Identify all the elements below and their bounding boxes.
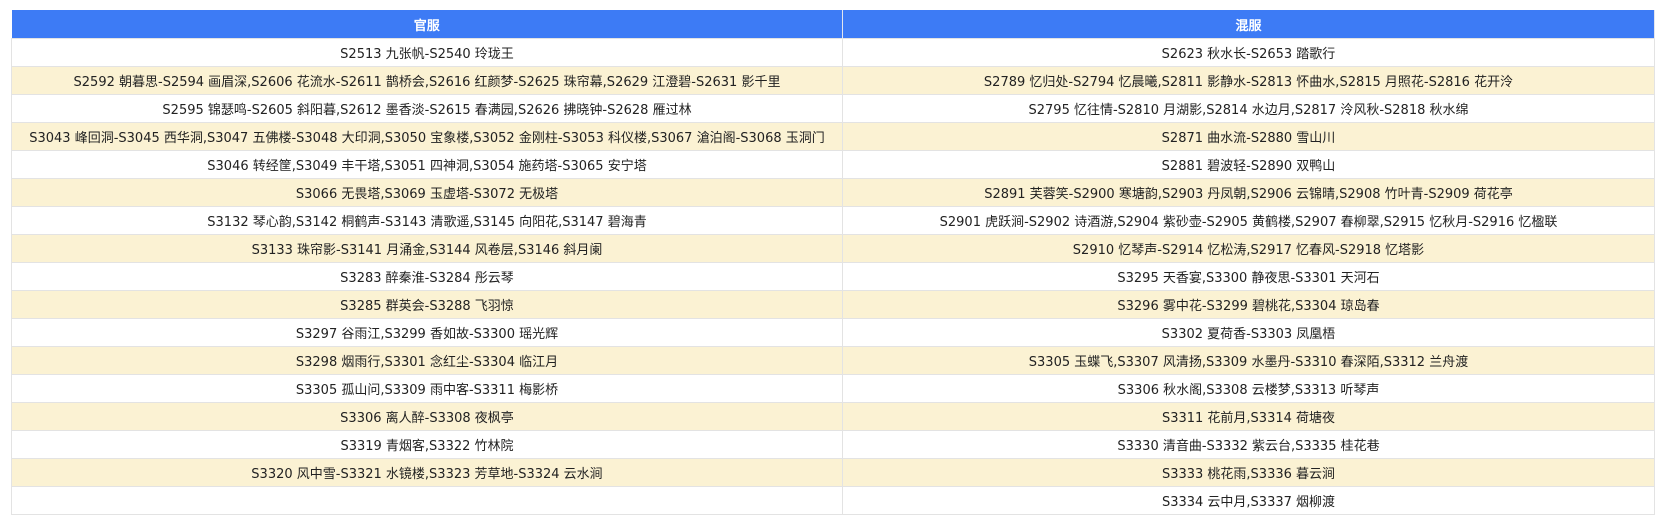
official-server-cell <box>11 486 843 515</box>
table-row: S3285 群英会-S3288 飞羽惊 S3296 雾中花-S3299 碧桃花,S… <box>11 290 1655 319</box>
official-server-cell: S3305 孤山问,S3309 雨中客-S3311 梅影桥 <box>11 374 843 403</box>
table-row: S3132 琴心韵,S3142 桐鹤声-S3143 清歌遥,S3145 向阳花,… <box>11 206 1655 235</box>
table-row: S3043 峰回洞-S3045 西华洞,S3047 五佛楼-S3048 大印洞,… <box>11 122 1655 151</box>
table-row: S3319 青烟客,S3322 竹林院 S3330 清音曲-S3332 紫云台,S… <box>11 430 1655 459</box>
table-row: S2595 锦瑟鸣-S2605 斜阳暮,S2612 墨香淡-S2615 春满园,… <box>11 94 1655 123</box>
server-table-container: 官服 混服 S2513 九张帆-S2540 玲珑王 S2623 秋水长-S2653… <box>11 10 1655 515</box>
mixed-server-cell: S3311 花前月,S3314 荷塘夜 <box>842 402 1655 431</box>
table-row: S3066 无畏塔,S3069 玉虚塔-S3072 无极塔 S2891 芙蓉笑-S… <box>11 178 1655 207</box>
official-server-cell: S3066 无畏塔,S3069 玉虚塔-S3072 无极塔 <box>11 178 843 207</box>
mixed-server-cell: S3302 夏荷香-S3303 凤凰梧 <box>842 318 1655 347</box>
table-row: S3297 谷雨江,S3299 香如故-S3300 瑶光辉 S3302 夏荷香-S… <box>11 318 1655 347</box>
official-server-cell: S2595 锦瑟鸣-S2605 斜阳暮,S2612 墨香淡-S2615 春满园,… <box>11 94 843 123</box>
official-server-cell: S3133 珠帘影-S3141 月涌金,S3144 风卷层,S3146 斜月阑 <box>11 234 843 263</box>
table-row: S3133 珠帘影-S3141 月涌金,S3144 风卷层,S3146 斜月阑 S… <box>11 234 1655 263</box>
official-server-cell: S2592 朝暮思-S2594 画眉深,S2606 花流水-S2611 鹊桥会,… <box>11 66 843 95</box>
table-row: S3283 醉秦淮-S3284 彤云琴 S3295 天香宴,S3300 静夜思-S… <box>11 262 1655 291</box>
official-server-cell: S2513 九张帆-S2540 玲珑王 <box>11 38 843 67</box>
mixed-server-cell: S3305 玉蝶飞,S3307 风清扬,S3309 水墨丹-S3310 春深陌,… <box>842 346 1655 375</box>
table-row: S3305 孤山问,S3309 雨中客-S3311 梅影桥 S3306 秋水阁,S… <box>11 374 1655 403</box>
column-header-official[interactable]: 官服 <box>11 10 843 39</box>
mixed-server-cell: S2789 忆归处-S2794 忆晨曦,S2811 影静水-S2813 怀曲水,… <box>842 66 1655 95</box>
mixed-server-cell: S2901 虎跃涧-S2902 诗酒游,S2904 紫砂壶-S2905 黄鹤楼,… <box>842 206 1655 235</box>
mixed-server-cell: S2623 秋水长-S2653 踏歌行 <box>842 38 1655 67</box>
table-row: S3306 离人醉-S3308 夜枫亭 S3311 花前月,S3314 荷塘夜 <box>11 402 1655 431</box>
official-server-cell: S3285 群英会-S3288 飞羽惊 <box>11 290 843 319</box>
table-row: S2513 九张帆-S2540 玲珑王 S2623 秋水长-S2653 踏歌行 <box>11 38 1655 67</box>
mixed-server-cell: S2910 忆琴声-S2914 忆松涛,S2917 忆春风-S2918 忆塔影 <box>842 234 1655 263</box>
mixed-server-cell: S2871 曲水流-S2880 雪山川 <box>842 122 1655 151</box>
mixed-server-cell: S3333 桃花雨,S3336 暮云涧 <box>842 458 1655 487</box>
official-server-cell: S3319 青烟客,S3322 竹林院 <box>11 430 843 459</box>
official-server-cell: S3283 醉秦淮-S3284 彤云琴 <box>11 262 843 291</box>
official-server-cell: S3306 离人醉-S3308 夜枫亭 <box>11 402 843 431</box>
table-row: S3334 云中月,S3337 烟柳渡 <box>11 486 1655 515</box>
mixed-server-cell: S2881 碧波轻-S2890 双鸭山 <box>842 150 1655 179</box>
table-row: S2592 朝暮思-S2594 画眉深,S2606 花流水-S2611 鹊桥会,… <box>11 66 1655 95</box>
official-server-cell: S3132 琴心韵,S3142 桐鹤声-S3143 清歌遥,S3145 向阳花,… <box>11 206 843 235</box>
official-server-cell: S3046 转经筐,S3049 丰干塔,S3051 四神洞,S3054 施药塔-… <box>11 150 843 179</box>
mixed-server-cell: S2795 忆往情-S2810 月湖影,S2814 水边月,S2817 泠风秋-… <box>842 94 1655 123</box>
column-header-mixed[interactable]: 混服 <box>842 10 1655 39</box>
mixed-server-cell: S3306 秋水阁,S3308 云楼梦,S3313 听琴声 <box>842 374 1655 403</box>
mixed-server-cell: S3334 云中月,S3337 烟柳渡 <box>842 486 1655 515</box>
table-row: S3298 烟雨行,S3301 念红尘-S3304 临江月 S3305 玉蝶飞,S… <box>11 346 1655 375</box>
mixed-server-cell: S3296 雾中花-S3299 碧桃花,S3304 琼岛春 <box>842 290 1655 319</box>
official-server-cell: S3298 烟雨行,S3301 念红尘-S3304 临江月 <box>11 346 843 375</box>
mixed-server-cell: S2891 芙蓉笑-S2900 寒塘韵,S2903 丹凤朝,S2906 云锦晴,… <box>842 178 1655 207</box>
server-table: 官服 混服 S2513 九张帆-S2540 玲珑王 S2623 秋水长-S2653… <box>11 10 1655 515</box>
mixed-server-cell: S3330 清音曲-S3332 紫云台,S3335 桂花巷 <box>842 430 1655 459</box>
official-server-cell: S3043 峰回洞-S3045 西华洞,S3047 五佛楼-S3048 大印洞,… <box>11 122 843 151</box>
mixed-server-cell: S3295 天香宴,S3300 静夜思-S3301 天河石 <box>842 262 1655 291</box>
official-server-cell: S3297 谷雨江,S3299 香如故-S3300 瑶光辉 <box>11 318 843 347</box>
table-row: S3320 风中雪-S3321 水镜楼,S3323 芳草地-S3324 云水涧 S… <box>11 458 1655 487</box>
official-server-cell: S3320 风中雪-S3321 水镜楼,S3323 芳草地-S3324 云水涧 <box>11 458 843 487</box>
table-body: S2513 九张帆-S2540 玲珑王 S2623 秋水长-S2653 踏歌行 S2… <box>11 38 1655 515</box>
table-row: S3046 转经筐,S3049 丰干塔,S3051 四神洞,S3054 施药塔-… <box>11 150 1655 179</box>
table-header-row: 官服 混服 <box>11 10 1655 39</box>
